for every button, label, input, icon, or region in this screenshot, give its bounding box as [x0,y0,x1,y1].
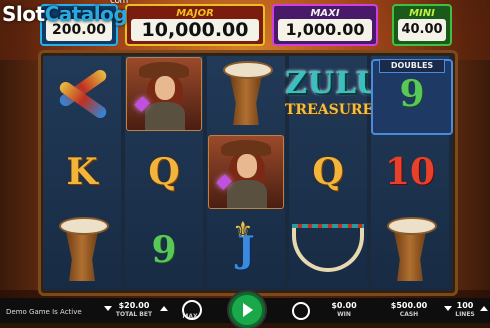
lines-label: LINES [455,311,475,318]
lines-decrease-button[interactable] [444,306,452,311]
reel-1-cell-1 [43,56,121,132]
cash-value: $500.00 [390,301,428,310]
demo-text: Demo Game Is Active [6,308,82,316]
symbol-nine: 9 [151,229,177,271]
doubles-badge: DOUBLES [379,59,445,73]
total-bet: $20.00 TOTAL BET [112,301,156,319]
cash-label: CASH [399,311,419,318]
reel-2-cell-2: Q [125,134,203,210]
reel-3: ⚜ J [207,56,285,288]
jackpot-maxi-label: MAXI [310,8,340,19]
reel-3-cell-1 [207,56,285,132]
watermark-prefix: Slot [2,2,45,26]
jackpot-mini: MINI 40.00 [392,4,452,46]
win-value: $0.00 [331,301,357,310]
max-bet-button[interactable] [182,300,202,320]
jackpot-maxi-value: 1,000.00 [278,19,372,41]
reel-1: K [43,56,121,288]
win-display: $0.00 WIN [320,301,368,319]
reel-4-cell-2: Q [289,134,367,210]
lines-value: 100 [456,301,474,310]
jackpot-maxi: MAXI 1,000.00 [272,4,378,46]
doubles-symbol: DOUBLES 9 [371,59,453,135]
reel-5-cell-3 [371,212,449,288]
bet-increase-button[interactable] [160,306,168,311]
woman-icon [126,57,202,131]
jackpot-major-label: MAJOR [176,8,214,19]
total-bet-value: $20.00 [118,301,150,310]
woman-icon [208,135,284,209]
jackpot-major: MAJOR 10,000.00 [125,4,265,46]
left-decor [0,60,40,290]
necklace-icon [292,224,364,272]
fleur-icon: ⚜ [233,218,253,243]
reel-1-cell-2: K [43,134,121,210]
watermark: SlotCatalog com [2,0,128,26]
bet-decrease-button[interactable] [104,306,112,311]
symbol-q: Q [148,151,180,193]
bird-icon [52,64,112,124]
logo-line2: TREASURE [285,102,374,118]
symbol-nine: 9 [399,73,425,115]
lines-increase-button[interactable] [480,306,488,311]
win-label: WIN [337,311,351,318]
reel-1-cell-3 [43,212,121,288]
symbol-ten: 10 [384,151,436,193]
total-bet-label: TOTAL BET [115,311,153,318]
jackpot-major-value: 10,000.00 [131,19,259,41]
jackpot-mini-value: 40.00 [398,19,446,41]
reel-2-cell-3: 9 [125,212,203,288]
watermark-com: com [110,0,128,6]
turbo-button[interactable] [292,302,310,320]
symbol-k: K [66,151,98,193]
symbol-q: Q [312,151,344,193]
reel-4-cell-3 [289,212,367,288]
logo-line1: ZULU [285,66,383,101]
reel-frame: K Q 9 ⚜ J Q 10 ZULU TREASURE DOUBLES 9 [38,50,458,296]
drum-icon [385,217,437,283]
drum-icon [57,217,109,283]
reel-5-cell-2: 10 [371,134,449,210]
reel-2-cell-1 [125,56,203,132]
reel-3-cell-3: ⚜ J [207,212,285,288]
jackpot-mini-label: MINI [409,8,435,19]
drum-icon [221,61,273,127]
reel-3-cell-2 [207,134,285,210]
reel-2: Q 9 [125,56,203,288]
cash-display: $500.00 CASH [384,301,434,319]
game-logo: ZULU TREASURE [285,66,383,137]
lines-display: 100 LINES [452,301,478,319]
